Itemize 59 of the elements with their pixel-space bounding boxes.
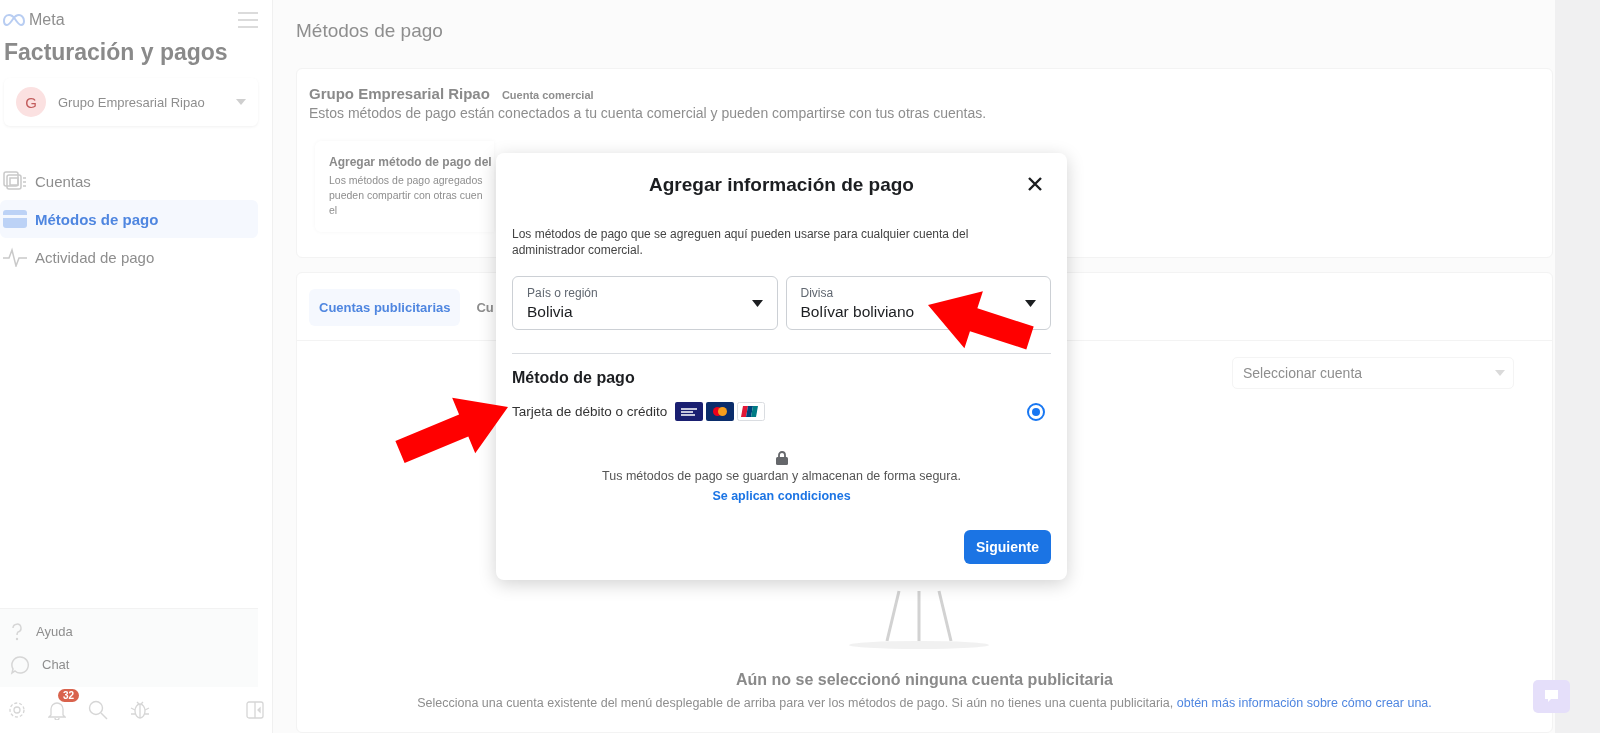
empty-state-title: Aún no se seleccionó ninguna cuenta publicitaria [736, 671, 1113, 689]
dialog-description: Los métodos de pago que se agreguen aquí pueden usarse para cualquier cuenta del administrador comercial. [512, 226, 970, 258]
learn-more-link[interactable]: obtén más información sobre cómo crear una. [1176, 696, 1432, 710]
accounts-icon [3, 171, 27, 191]
page-heading: Métodos de pago [296, 20, 443, 42]
settings-icon[interactable] [8, 701, 26, 719]
chat-button[interactable] [1533, 680, 1570, 713]
account-avatar: G [16, 87, 46, 117]
account-select[interactable]: Seleccionar cuenta [1232, 357, 1514, 389]
tab[interactable]: Cu [466, 289, 494, 326]
field-value: Bolivia [527, 302, 574, 321]
security-note: Tus métodos de pago se guardan y almacenan de forma segura. [602, 469, 961, 483]
terms-link[interactable]: Se aplican condiciones [712, 489, 851, 503]
account-name: Grupo Empresarial Ripao [58, 94, 206, 110]
notification-badge: 32 [58, 689, 80, 702]
add-method-title: Agregar método de pago del [329, 155, 493, 169]
account-type-label: Cuenta comercial [501, 89, 594, 101]
close-button[interactable] [1027, 176, 1043, 192]
section-title: Método de pago [512, 369, 636, 387]
field-label: País o región [527, 285, 598, 300]
footer-link[interactable]: Chat [0, 648, 258, 681]
add-method-description: Los métodos de pago agregados pueden compartir con otras cuen el [329, 173, 484, 218]
dropdown-field[interactable]: País o región Bolivia [512, 276, 778, 330]
nav-item[interactable]: Cuentas [0, 162, 258, 200]
dialog-title: Agregar información de pago [649, 174, 914, 196]
business-name: Grupo Empresarial Ripao [309, 85, 490, 102]
option-label: Tarjeta de débito o crédito [512, 404, 668, 419]
menu-icon[interactable] [238, 12, 258, 28]
collapse-panel-icon[interactable] [246, 701, 264, 719]
next-button[interactable]: Siguiente [964, 530, 1051, 564]
notifications-icon[interactable] [48, 700, 66, 720]
nav-item[interactable]: Actividad de pago [0, 238, 258, 276]
close-icon [1027, 176, 1043, 192]
chat-icon [10, 654, 30, 675]
page-title: Facturación y pagos [4, 39, 229, 66]
bug-icon[interactable] [130, 700, 150, 720]
business-description: Estos métodos de pago están conectados a tu cuenta comercial y pueden compartirse con tus otras cuentas. [309, 105, 988, 121]
add-method-card[interactable]: Agregar método de pago del Los métodos de pago agregados pueden compartir con otras cuen el [315, 141, 494, 232]
caret-icon [236, 99, 246, 105]
help-icon [10, 622, 24, 641]
card-logo-icon [737, 402, 766, 421]
lock-icon [775, 451, 788, 465]
nav-item[interactable]: Métodos de pago [0, 200, 258, 238]
card-logo-icon [675, 402, 704, 421]
footer-link[interactable]: Ayuda [0, 615, 258, 648]
meta-logo[interactable]: Meta [3, 11, 65, 29]
caret-icon [1495, 370, 1505, 376]
empty-state-text: Selecciona una cuenta existente del menú desplegable de arriba para ver los métodos de pago. Si aún no tienes una cuenta publicitaria, obtén más información sobre cómo crear una. [417, 696, 1432, 710]
search-icon[interactable] [88, 700, 108, 720]
field-value: Bolívar boliviano [800, 302, 915, 321]
account-selector[interactable]: G Grupo Empresarial Ripao [4, 78, 258, 126]
tab[interactable]: Cuentas publicitarias [309, 289, 461, 326]
caret-icon [751, 299, 763, 307]
credit-card-icon [3, 210, 27, 228]
radio-button[interactable] [1027, 402, 1045, 421]
activity-icon [3, 247, 27, 267]
caret-icon [1025, 299, 1036, 307]
field-label: Divisa [800, 285, 835, 300]
card-logo-icon [706, 402, 735, 421]
